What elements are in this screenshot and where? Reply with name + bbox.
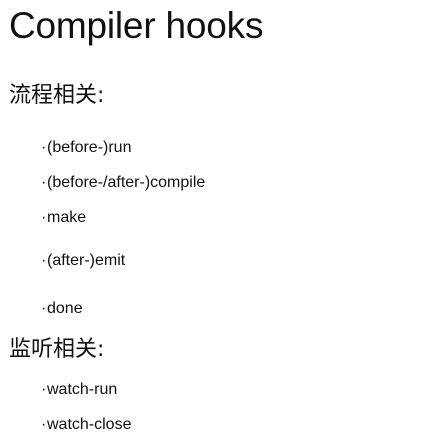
list-item-label: done bbox=[47, 300, 83, 317]
list-item-label: (before-/after-)compile bbox=[47, 174, 206, 191]
list-item-label: watch-close bbox=[47, 416, 132, 433]
list-item: ·(before-/after-)compile bbox=[41, 173, 205, 193]
list-item-label: watch-run bbox=[47, 381, 118, 398]
list-item: ·(after-)emit bbox=[41, 251, 125, 271]
list-item: ·(before-)run bbox=[41, 138, 131, 158]
section-heading-flow: 流程相关: bbox=[9, 83, 105, 108]
list-item-label: (after-)emit bbox=[47, 252, 126, 269]
page-title: Compiler hooks bbox=[9, 5, 264, 46]
list-item: ·done bbox=[41, 299, 83, 319]
section-heading-watch: 监听相关: bbox=[9, 337, 105, 362]
list-item: ·make bbox=[41, 208, 86, 228]
list-item: ·watch-run bbox=[41, 380, 117, 400]
list-item-label: make bbox=[47, 209, 87, 226]
list-item: ·watch-close bbox=[41, 415, 131, 435]
slide: { "title": "Compiler hooks", "sections":… bbox=[0, 0, 424, 443]
list-item-label: (before-)run bbox=[47, 139, 132, 156]
